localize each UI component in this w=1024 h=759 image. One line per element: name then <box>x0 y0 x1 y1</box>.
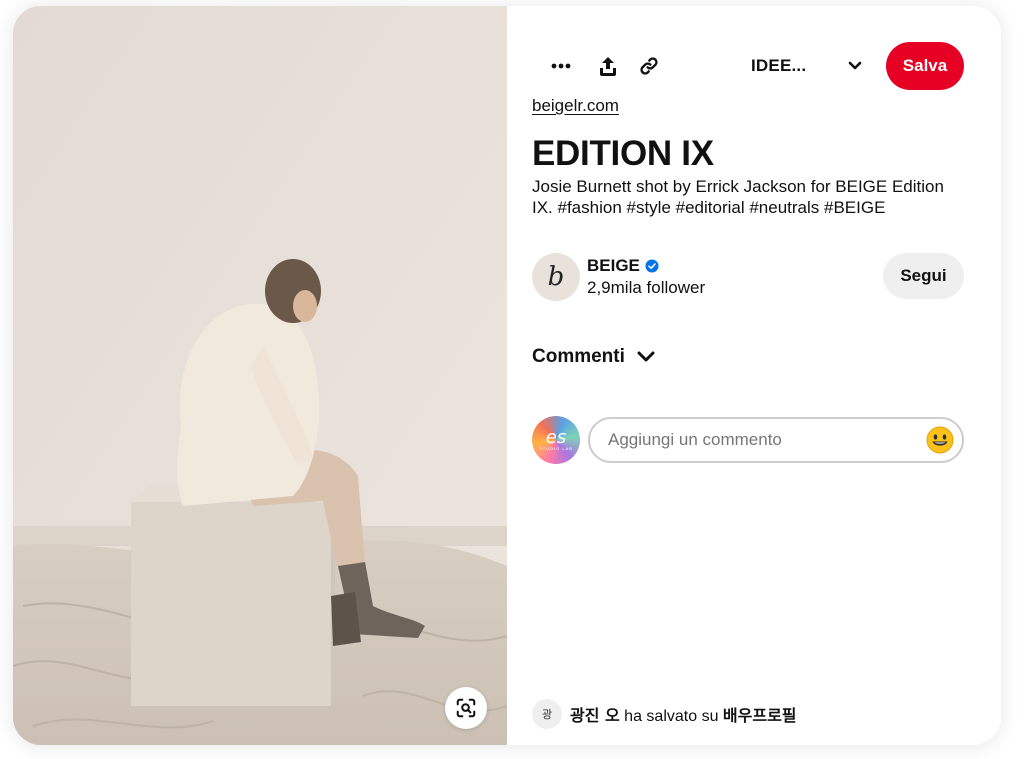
comment-field <box>588 417 964 463</box>
visual-search-icon <box>456 698 476 718</box>
creator-name-link[interactable]: BEIGE <box>587 256 659 276</box>
add-comment-row: es STUDIO LAB <box>532 415 964 465</box>
saved-by-text: ha salvato su <box>619 708 723 725</box>
comments-header-label: Commenti <box>532 346 625 367</box>
creator-name: BEIGE <box>587 256 640 275</box>
board-dropdown[interactable]: IDEE... <box>739 46 867 86</box>
avatar-monogram: es <box>545 426 567 448</box>
comment-input[interactable] <box>608 419 908 461</box>
avatar-subtext: STUDIO LAB <box>539 445 573 451</box>
saver-avatar[interactable]: 광 <box>532 699 562 729</box>
creator-row: b BEIGE 2,9mila follower Segui <box>532 253 964 301</box>
pin-toolbar: IDEE... Salva <box>507 42 1001 90</box>
chevron-down-icon <box>843 54 867 78</box>
pin-description: Josie Burnett shot by Errick Jackson for… <box>532 177 944 217</box>
saved-board-name[interactable]: 배우프로필 <box>723 706 797 725</box>
pin-closeup-card: IDEE... Salva beigelr.com EDITION IX Jos… <box>13 6 1001 745</box>
source-link[interactable]: beigelr.com <box>532 96 619 116</box>
visual-search-button[interactable] <box>445 687 487 729</box>
follow-button[interactable]: Segui <box>883 253 964 299</box>
save-button[interactable]: Salva <box>886 42 964 90</box>
pin-image[interactable] <box>13 6 507 745</box>
pin-title: EDITION IX <box>532 134 714 173</box>
saved-by-row: 광 광진 오 ha salvato su 배우프로필 <box>532 698 797 730</box>
share-button[interactable] <box>588 46 628 86</box>
smiley-emoji-icon[interactable] <box>926 426 954 454</box>
copy-link-button[interactable] <box>629 46 669 86</box>
saver-name[interactable]: 광진 오 <box>570 706 620 725</box>
pin-photo <box>13 6 507 745</box>
comments-toggle[interactable]: Commenti <box>532 346 655 368</box>
ellipsis-icon <box>551 63 571 69</box>
chevron-down-icon <box>637 351 655 362</box>
verified-badge-icon <box>645 259 659 273</box>
current-user-avatar[interactable]: es STUDIO LAB <box>532 416 580 464</box>
more-options-button[interactable] <box>541 46 581 86</box>
creator-avatar[interactable]: b <box>532 253 580 301</box>
link-icon <box>640 57 658 75</box>
share-upload-icon <box>600 57 616 76</box>
pin-details-panel: IDEE... Salva beigelr.com EDITION IX Jos… <box>507 6 1001 745</box>
board-dropdown-label: IDEE... <box>751 56 807 75</box>
follower-count: 2,9mila follower <box>587 278 706 297</box>
